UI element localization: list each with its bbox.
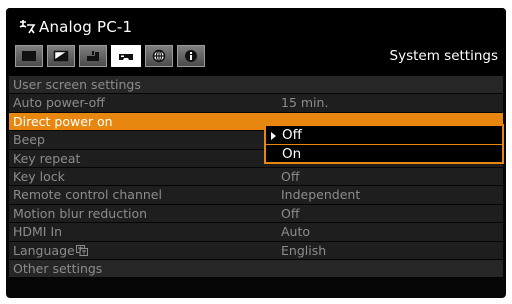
tab-system-settings[interactable] [111, 45, 141, 67]
menu-item-auto-power-off[interactable]: Auto power-off 15 min. [9, 94, 503, 112]
section-title: System settings [389, 48, 498, 64]
menu-item-label: Other settings [13, 260, 103, 276]
menu-item-label: Beep [13, 132, 45, 148]
menu-item-remote-control-channel[interactable]: Remote control channel Independent [9, 186, 503, 204]
menu-item-language[interactable]: Language English [9, 241, 503, 259]
direct-power-on-dropdown: Off On [264, 124, 504, 164]
projector-osd-menu: Analog PC-1 System settings User screen … [6, 8, 506, 298]
menu-item-label-wrap: Language [13, 242, 88, 259]
image-adjustment-icon [21, 50, 37, 62]
menu-item-label: Direct power on [13, 113, 113, 129]
settings-list: User screen settings Auto power-off 15 m… [9, 76, 503, 278]
menu-item-motion-blur-reduction[interactable]: Motion blur reduction Off [9, 204, 503, 223]
tab-information[interactable] [177, 45, 205, 67]
menu-item-label: Auto power-off [13, 95, 105, 111]
menu-item-value: Independent [281, 187, 361, 203]
menu-item-label: Remote control channel [13, 187, 162, 203]
menu-item-label: Key lock [13, 168, 65, 184]
menu-item-value: Auto [281, 224, 311, 240]
system-settings-icon [117, 50, 135, 62]
tab-display-settings[interactable] [47, 45, 75, 67]
analog-pc-input-icon [18, 19, 36, 35]
menu-item-user-screen-settings[interactable]: User screen settings [9, 76, 503, 94]
menu-item-value: English [281, 242, 327, 258]
tab-image-adjustment[interactable] [15, 45, 43, 67]
information-icon [184, 49, 198, 63]
menu-item-label: Key repeat [13, 150, 81, 166]
menu-item-hdmi-in[interactable]: HDMI In Auto [9, 223, 503, 241]
menu-item-other-settings[interactable]: Other settings [9, 259, 503, 278]
language-icon [75, 243, 88, 256]
dropdown-option-off[interactable]: Off [268, 127, 502, 144]
menu-item-label: User screen settings [13, 77, 141, 92]
dropdown-option-label: On [282, 146, 302, 162]
network-settings-icon [152, 49, 166, 63]
dropdown-option-highlight-border [266, 144, 502, 145]
input-source: Analog PC-1 [18, 17, 132, 37]
menu-item-value: 15 min. [281, 95, 329, 111]
tab-network-settings[interactable] [145, 45, 173, 67]
menu-item-value: Off [281, 205, 300, 221]
display-settings-icon [53, 50, 69, 62]
menu-item-key-lock[interactable]: Key lock Off [9, 167, 503, 186]
tab-install-settings[interactable] [79, 45, 107, 67]
menu-item-label: Language [13, 242, 75, 258]
install-settings-icon [85, 50, 101, 62]
menu-header: Analog PC-1 System settings [6, 8, 506, 76]
input-source-label: Analog PC-1 [39, 18, 133, 36]
current-value-marker-icon [271, 132, 276, 140]
dropdown-option-on[interactable]: On [268, 146, 502, 163]
menu-item-label: Motion blur reduction [13, 205, 148, 221]
menu-item-label: HDMI In [13, 224, 63, 240]
dropdown-option-label: Off [282, 127, 302, 143]
menu-tabs [15, 45, 209, 67]
menu-item-value: Off [281, 168, 300, 184]
